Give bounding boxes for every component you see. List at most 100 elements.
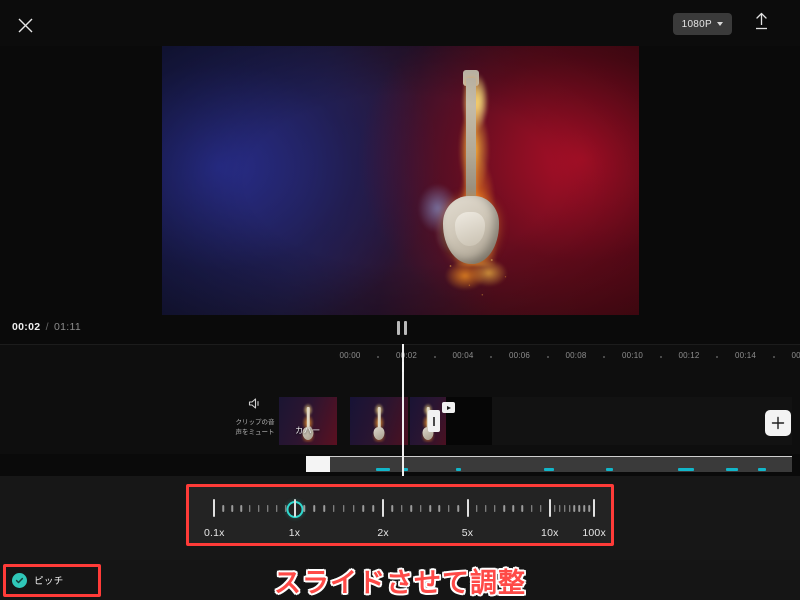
ruler-tick: 00:10 xyxy=(621,351,644,360)
pause-icon-bar-right xyxy=(404,321,407,335)
speed-minor-tick xyxy=(333,505,335,512)
speed-minor-tick xyxy=(342,505,345,512)
clip-guitar-neck xyxy=(377,407,381,429)
ruler-subtick xyxy=(772,356,775,358)
check-circle-icon xyxy=(12,572,27,588)
top-bar: 1080P xyxy=(0,0,800,46)
clip-title-label: カバー xyxy=(295,426,321,435)
waveform-peak xyxy=(678,468,694,471)
speed-minor-tick xyxy=(438,505,441,512)
speed-label: 1x xyxy=(288,527,301,539)
speed-minor-tick xyxy=(568,505,571,512)
waveform-track[interactable] xyxy=(306,456,792,472)
timeline[interactable]: 00:00 00:02 00:04 00:06 00:08 00:10 00:12 00:14… xyxy=(0,344,800,476)
play-icon xyxy=(447,405,451,410)
speed-minor-tick xyxy=(410,505,412,512)
speed-minor-tick xyxy=(573,505,576,512)
close-icon xyxy=(17,17,34,34)
speed-minor-tick xyxy=(475,505,478,512)
speed-minor-tick xyxy=(231,505,233,512)
ruler-playhead-marker xyxy=(402,362,404,372)
speed-minor-tick xyxy=(267,505,269,512)
speed-minor-tick xyxy=(249,505,251,512)
preview-area xyxy=(0,46,800,315)
ruler-tick: 00:00 xyxy=(339,351,361,360)
speed-minor-tick xyxy=(503,505,505,512)
speed-minor-tick xyxy=(284,505,287,512)
timeline-clip[interactable] xyxy=(350,397,408,445)
resolution-selector[interactable]: 1080P xyxy=(672,13,732,35)
mute-clip-audio-button[interactable]: クリップの音 声をミュート xyxy=(226,397,284,445)
instruction-annotation: スライドさせて調整 xyxy=(274,567,526,598)
speed-minor-tick xyxy=(521,505,524,512)
speed-major-tick xyxy=(466,499,469,517)
total-time: 01:11 xyxy=(54,321,82,333)
ruler-tick: 00:12 xyxy=(678,351,700,360)
mute-label-line-2: 声をミュート xyxy=(235,428,275,436)
export-upload-icon xyxy=(753,12,770,36)
speed-minor-tick xyxy=(583,505,586,512)
speed-minor-tick xyxy=(530,505,533,512)
speed-label: 5x xyxy=(461,527,474,539)
ruler-subtick xyxy=(716,356,719,358)
waveform-peak xyxy=(456,468,461,471)
ruler-subtick xyxy=(433,356,436,358)
timeline-empty-area[interactable] xyxy=(492,397,792,445)
video-preview[interactable] xyxy=(162,46,639,315)
time-display: 00:02 / 01:11 xyxy=(12,321,81,333)
ruler-tick: 00:16 xyxy=(791,351,800,360)
plus-icon xyxy=(771,416,785,430)
speed-major-tick xyxy=(213,499,216,517)
waveform-peak xyxy=(758,468,766,471)
audio-waveform-strip[interactable] xyxy=(0,454,800,476)
speed-minor-tick xyxy=(303,505,306,512)
waveform-start-handle[interactable] xyxy=(306,456,330,472)
speed-slider-labels: 0.1x 1x 2x 5x 10x 100x xyxy=(189,527,617,543)
speed-major-tick xyxy=(548,499,551,517)
clip-trim-handle[interactable] xyxy=(428,410,440,432)
speed-minor-tick xyxy=(485,505,487,512)
speed-minor-tick xyxy=(558,505,561,512)
chevron-down-icon xyxy=(717,22,723,26)
close-button[interactable] xyxy=(12,12,38,38)
speed-minor-tick xyxy=(563,505,566,512)
pitch-label: ピッチ xyxy=(34,576,64,587)
pitch-toggle[interactable]: ピッチ xyxy=(12,571,64,589)
speed-minor-tick xyxy=(352,505,355,512)
speaker-mute-icon xyxy=(248,397,263,415)
speed-label: 100x xyxy=(582,527,606,539)
speed-minor-tick xyxy=(391,505,394,512)
speed-label: 2x xyxy=(377,527,389,539)
ruler-subtick xyxy=(490,356,493,358)
ruler-tick: 00:08 xyxy=(565,351,587,360)
ruler-tick: 00:06 xyxy=(508,351,531,360)
speed-minor-tick xyxy=(222,505,224,512)
speed-minor-tick xyxy=(362,505,365,512)
ruler-subtick xyxy=(603,356,606,358)
speed-minor-tick xyxy=(539,505,542,512)
speed-label: 10x xyxy=(541,527,559,539)
add-clip-button[interactable] xyxy=(765,410,791,436)
trim-handle-grip xyxy=(433,416,435,426)
timeline-track-row[interactable]: クリップの音 声をミュート カバー xyxy=(0,366,800,454)
transport-row: 00:02 / 01:11 xyxy=(0,318,800,344)
export-button[interactable] xyxy=(748,11,774,37)
speed-slider-ticks[interactable] xyxy=(189,499,617,519)
current-time: 00:02 xyxy=(12,321,41,333)
timeline-ruler[interactable]: 00:00 00:02 00:04 00:06 00:08 00:10 00:12 00:14… xyxy=(0,344,800,366)
mute-label-line-1: クリップの音 xyxy=(235,419,275,426)
mute-clip-audio-label: クリップの音 声をミュート xyxy=(227,418,283,438)
ruler-subtick xyxy=(659,356,662,358)
waveform-peak xyxy=(544,468,554,471)
clip-play-badge[interactable] xyxy=(442,402,455,413)
speed-minor-tick xyxy=(258,505,260,512)
speed-label: 0.1x xyxy=(203,527,225,539)
speed-slider-highlight-box[interactable]: 0.1x 1x 2x 5x 10x 100x xyxy=(186,484,614,546)
speed-minor-tick xyxy=(372,505,375,512)
speed-minor-tick xyxy=(275,505,278,512)
pause-button[interactable] xyxy=(393,320,411,336)
waveform-peak xyxy=(726,468,738,471)
timeline-clip[interactable]: カバー xyxy=(279,397,337,445)
vignette-overlay xyxy=(162,46,639,315)
speed-minor-tick xyxy=(588,505,590,512)
